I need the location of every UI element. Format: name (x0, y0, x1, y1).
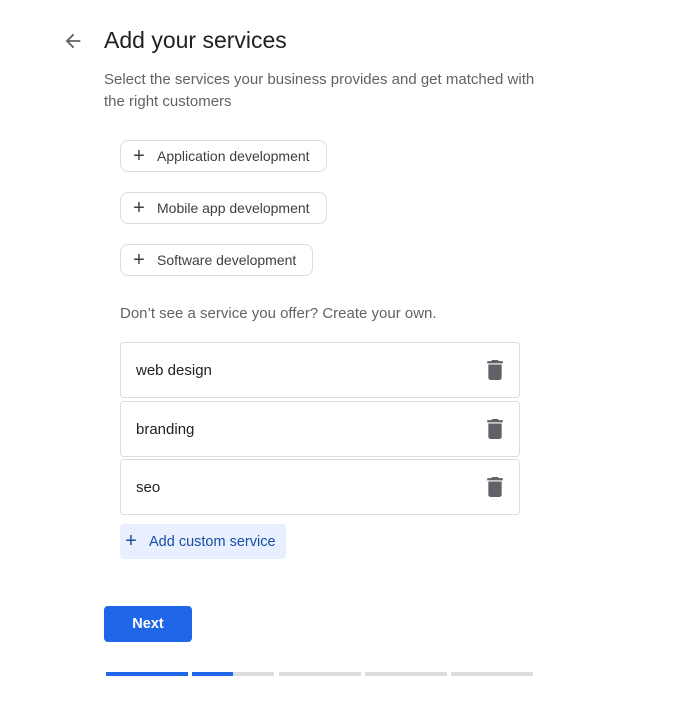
progress-segment-fill (106, 672, 188, 676)
add-custom-service-button[interactable]: + Add custom service (120, 524, 286, 559)
progress-segment (278, 672, 361, 676)
add-custom-service-label: Add custom service (149, 533, 276, 550)
trash-icon[interactable] (487, 477, 503, 497)
next-button[interactable]: Next (104, 606, 192, 642)
chip-label: Mobile app development (157, 200, 310, 216)
custom-service-hint: Don’t see a service you offer? Create yo… (120, 305, 437, 322)
suggestion-chip[interactable]: + Application development (120, 140, 327, 172)
trash-icon[interactable] (487, 360, 503, 380)
plus-icon: + (125, 530, 137, 552)
suggestion-chip[interactable]: + Mobile app development (120, 192, 327, 224)
custom-service-field[interactable]: web design (120, 342, 520, 398)
custom-service-field[interactable]: seo (120, 459, 520, 515)
trash-icon[interactable] (487, 419, 503, 439)
custom-service-value[interactable]: branding (136, 421, 194, 438)
custom-service-field[interactable]: branding (120, 401, 520, 457)
back-arrow-icon[interactable] (62, 30, 84, 52)
progress-segment (451, 672, 534, 676)
progress-segment (364, 672, 447, 676)
progress-segment (192, 672, 275, 676)
plus-icon: + (133, 145, 145, 167)
chip-label: Application development (157, 148, 310, 164)
progress-segment-fill (192, 672, 234, 676)
page-title: Add your services (104, 27, 287, 53)
plus-icon: + (133, 197, 145, 219)
plus-icon: + (133, 249, 145, 271)
custom-service-value[interactable]: web design (136, 362, 212, 379)
chip-label: Software development (157, 252, 297, 268)
page-subtitle: Select the services your business provid… (104, 71, 535, 110)
custom-service-value[interactable]: seo (136, 479, 160, 496)
suggestion-chip[interactable]: + Software development (120, 244, 314, 276)
progress-segment (106, 672, 188, 676)
